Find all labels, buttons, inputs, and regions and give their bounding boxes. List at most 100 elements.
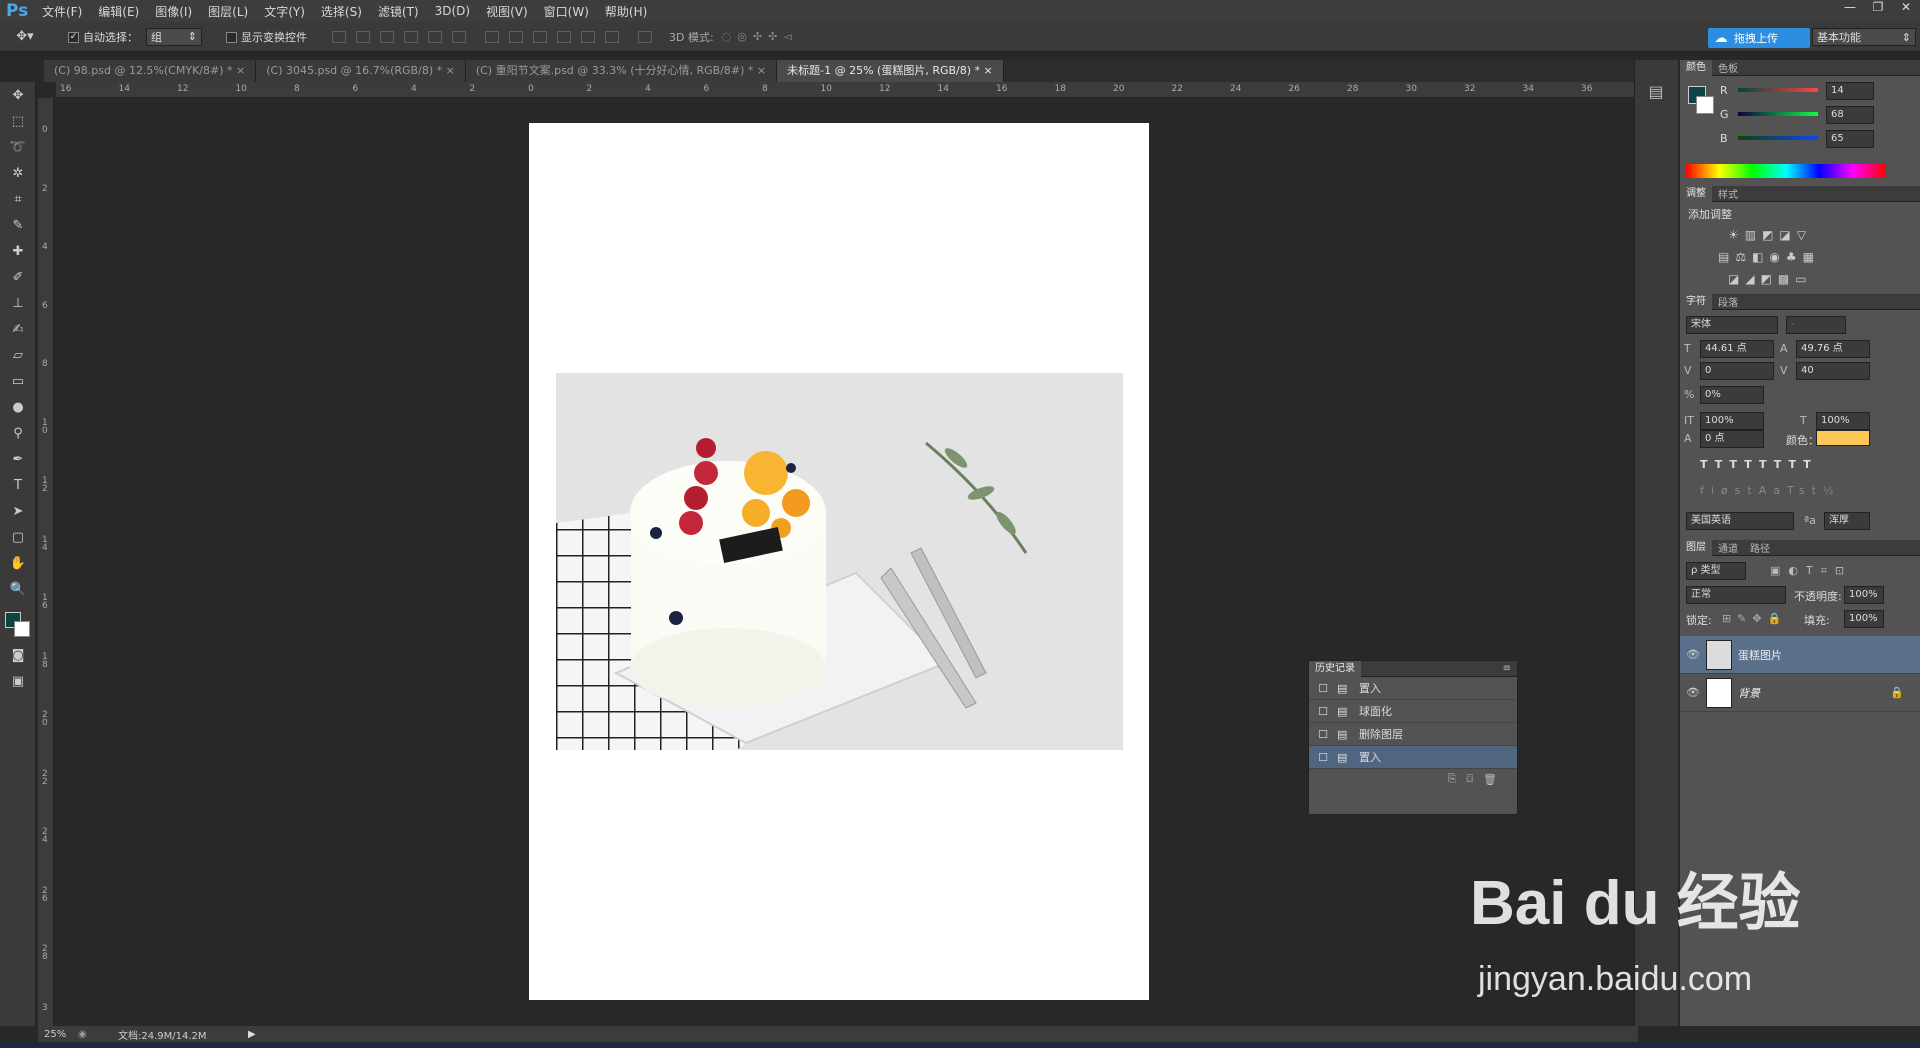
quick-mask-icon[interactable]: ◙ [0, 642, 36, 668]
share-icon[interactable]: ◉ [78, 1029, 118, 1040]
eye-icon[interactable]: 👁 [1680, 648, 1706, 661]
history-item[interactable]: ☐ ▤ 球面化 [1309, 700, 1517, 723]
zoom-level[interactable]: 25% [38, 1029, 78, 1040]
distribute-vcenter-icon[interactable] [509, 30, 523, 43]
align-right-icon[interactable] [452, 30, 466, 43]
menu-filter[interactable]: 滤镜(T) [370, 3, 427, 20]
adjust-icons-row-1[interactable]: ☀▥◩◪▽ [1688, 228, 1912, 242]
magic-wand-icon[interactable]: ✲ [0, 160, 36, 186]
history-checkbox[interactable]: ☐ [1309, 705, 1337, 718]
dodge-tool-icon[interactable]: ⚲ [0, 420, 36, 446]
layer-row-cake[interactable]: 👁 蛋糕图片 [1680, 636, 1920, 674]
baseline-input[interactable]: 0 点 [1700, 430, 1764, 448]
tab-doc-1[interactable]: (C) 98.psd @ 12.5%(CMYK/8#) * × [44, 60, 257, 82]
tab-character[interactable]: 字符 [1680, 293, 1712, 310]
type-tool-icon[interactable]: T [0, 472, 36, 498]
b-slider[interactable] [1738, 136, 1818, 140]
show-transform-checkbox[interactable] [226, 30, 241, 43]
path-select-icon[interactable]: ➤ [0, 498, 36, 524]
menu-window[interactable]: 窗口(W) [536, 3, 597, 20]
color-swatches[interactable] [0, 602, 35, 642]
align-bottom-icon[interactable] [380, 30, 394, 43]
layer-row-background[interactable]: 👁 背景 🔒 [1680, 674, 1920, 712]
screen-mode-icon[interactable]: ▣ [0, 668, 36, 694]
align-top-icon[interactable] [332, 30, 346, 43]
menu-select[interactable]: 选择(S) [313, 3, 370, 20]
menu-view[interactable]: 视图(V) [478, 3, 536, 20]
language-dropdown[interactable]: 美国英语 [1686, 512, 1794, 530]
tracking-input[interactable]: 40 [1796, 362, 1870, 380]
horizontal-scale-input[interactable]: 100% [1816, 412, 1870, 430]
panel-menu-icon[interactable]: ≡ [1497, 663, 1517, 674]
tab-doc-2[interactable]: (C) 3045.psd @ 16.7%(RGB/8) * × [256, 60, 466, 82]
menu-type[interactable]: 文字(Y) [256, 3, 313, 20]
eyedropper-icon[interactable]: ✎ [0, 212, 36, 238]
layer-name[interactable]: 蛋糕图片 [1738, 647, 1782, 663]
leading-input[interactable]: 49.76 点 [1796, 340, 1870, 358]
pen-tool-icon[interactable]: ✒ [0, 446, 36, 472]
tab-paths[interactable]: 路径 [1744, 540, 1776, 555]
distribute-right-icon[interactable] [605, 30, 619, 43]
background-color[interactable] [14, 621, 30, 637]
font-size-input[interactable]: 44.61 点 [1700, 340, 1774, 358]
menu-file[interactable]: 文件(F) [34, 3, 90, 20]
auto-align-icon[interactable] [638, 30, 652, 43]
blur-tool-icon[interactable]: ● [0, 394, 36, 420]
menu-image[interactable]: 图像(I) [147, 3, 200, 20]
tab-paragraph[interactable]: 段落 [1712, 294, 1744, 309]
adjust-icons-row-2[interactable]: ▤⚖◧◉♣▦ [1688, 250, 1912, 264]
bg-color-swatch[interactable] [1696, 96, 1714, 114]
align-hcenter-icon[interactable] [428, 30, 442, 43]
tab-swatches[interactable]: 色板 [1712, 60, 1744, 75]
minimize-button[interactable]: — [1836, 0, 1864, 18]
restore-button[interactable]: ❐ [1864, 0, 1892, 18]
history-item[interactable]: ☐ ▤ 删除图层 [1309, 723, 1517, 746]
layer-filter-dropdown[interactable]: ρ 类型 [1686, 562, 1746, 580]
lasso-tool-icon[interactable]: ➰ [0, 134, 36, 160]
history-checkbox[interactable]: ☐ [1309, 682, 1337, 695]
text-style-buttons[interactable]: TTTTTTTT [1700, 458, 1818, 471]
menu-3d[interactable]: 3D(D) [427, 4, 478, 18]
fill-input[interactable]: 100% [1844, 610, 1884, 628]
menu-help[interactable]: 帮助(H) [597, 3, 655, 20]
history-checkbox[interactable]: ☐ [1309, 751, 1337, 764]
3d-tools-icons[interactable]: ◌◎✣✣◅ [722, 30, 798, 43]
new-document-icon[interactable]: ⎘ [1448, 772, 1467, 786]
gradient-tool-icon[interactable]: ▭ [0, 368, 36, 394]
tab-doc-4[interactable]: 未标题-1 @ 25% (蛋糕图片, RGB/8) * × [777, 60, 1004, 82]
close-button[interactable]: ✕ [1892, 0, 1920, 18]
history-brush-icon[interactable]: ✍ [0, 316, 36, 342]
g-slider[interactable] [1738, 112, 1818, 116]
text-color-swatch[interactable] [1816, 430, 1870, 446]
stamp-tool-icon[interactable]: ⊥ [0, 290, 36, 316]
auto-select-dropdown[interactable]: 组 ⇕ [146, 27, 202, 46]
healing-brush-icon[interactable]: ✚ [0, 238, 36, 264]
crop-tool-icon[interactable]: ⌗ [0, 186, 36, 212]
zoom-tool-icon[interactable]: 🔍 [0, 576, 36, 602]
move-tool-icon[interactable]: ✥▾ [0, 29, 50, 44]
antialias-dropdown[interactable]: 浑厚 [1824, 512, 1870, 530]
opacity-input[interactable]: 100% [1844, 586, 1884, 604]
menu-edit[interactable]: 编辑(E) [90, 3, 147, 20]
blend-mode-dropdown[interactable]: 正常 [1686, 586, 1786, 604]
tsume-input[interactable]: 0% [1700, 386, 1764, 404]
vertical-scale-input[interactable]: 100% [1700, 412, 1764, 430]
auto-select-checkbox[interactable]: ✓ [68, 30, 83, 43]
upload-button[interactable]: ☁ 拖拽上传 [1708, 28, 1810, 48]
adjust-icons-row-3[interactable]: ◪◢◩▩▭ [1688, 272, 1912, 286]
history-checkbox[interactable]: ☐ [1309, 728, 1337, 741]
shape-tool-icon[interactable]: ▢ [0, 524, 36, 550]
tab-adjustments[interactable]: 调整 [1680, 185, 1712, 202]
color-spectrum[interactable] [1686, 164, 1886, 178]
align-left-icon[interactable] [404, 30, 418, 43]
workspace-dropdown[interactable]: 基本功能 ⇕ [1812, 28, 1916, 46]
trash-icon[interactable]: 🗑 [1483, 773, 1507, 786]
move-tool-icon[interactable]: ✥ [0, 82, 36, 108]
close-icon[interactable]: × [446, 64, 455, 77]
distribute-left-icon[interactable] [557, 30, 571, 43]
brush-tool-icon[interactable]: ✐ [0, 264, 36, 290]
g-input[interactable]: 68 [1826, 106, 1874, 124]
history-dock-icon[interactable]: ▤ [1643, 82, 1669, 106]
align-vcenter-icon[interactable] [356, 30, 370, 43]
tab-styles[interactable]: 样式 [1712, 186, 1744, 201]
